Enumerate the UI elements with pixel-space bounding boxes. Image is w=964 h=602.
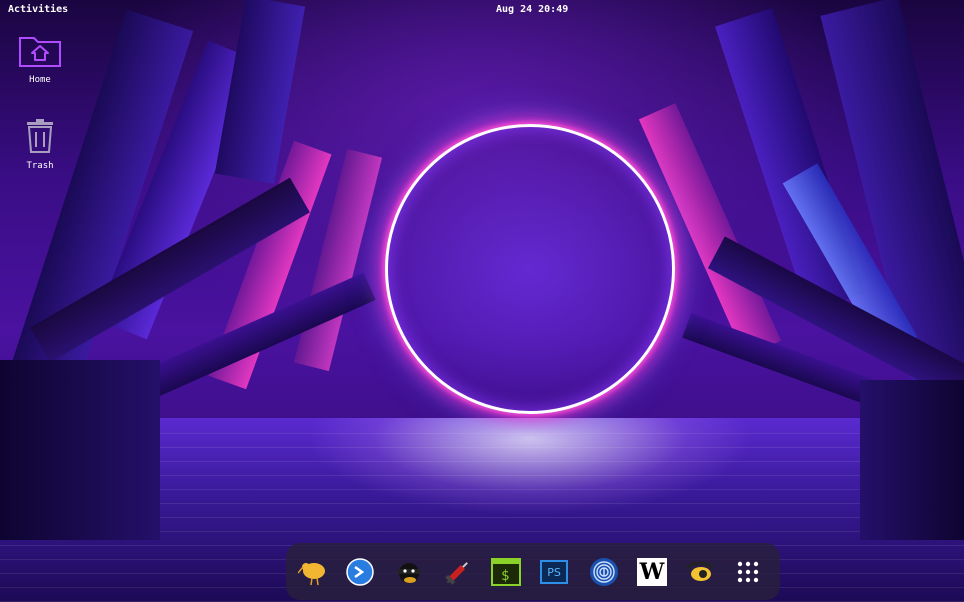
owl-eye-icon[interactable] [684,556,716,588]
desktop-icon-label: Trash [26,161,54,171]
fingerprint-icon[interactable] [588,556,620,588]
crystal-shape [860,380,964,540]
crystal-shape [0,360,160,540]
wordpress-w-icon[interactable]: W [636,556,668,588]
syringe-icon[interactable] [442,556,474,588]
desktop-icon-trash[interactable]: Trash [10,118,70,171]
top-bar: Activities Aug 24 20:49 [0,0,964,20]
activities-button[interactable]: Activities [8,4,68,15]
wordpress-label: W [637,558,667,586]
masked-bandit-icon[interactable] [392,556,424,588]
powershell-icon[interactable]: PS [538,556,570,588]
powershell-label: PS [540,560,568,584]
desktop-wallpaper [0,0,964,602]
terminal-dollar-icon[interactable]: $ [490,556,522,588]
desktop-icon-home[interactable]: Home [10,34,70,85]
nmap-blue-circle-icon[interactable] [344,556,376,588]
clock[interactable]: Aug 24 20:49 [496,4,568,15]
app-grid-icon[interactable] [732,556,764,588]
desktop-icon-label: Home [29,75,51,85]
home-folder-icon [10,34,70,71]
kiwi-bird-icon[interactable] [298,556,330,588]
dock: $ PS W [286,543,780,600]
neon-ring [385,124,675,414]
svg-text:$: $ [501,568,509,584]
trash-icon [10,118,70,157]
